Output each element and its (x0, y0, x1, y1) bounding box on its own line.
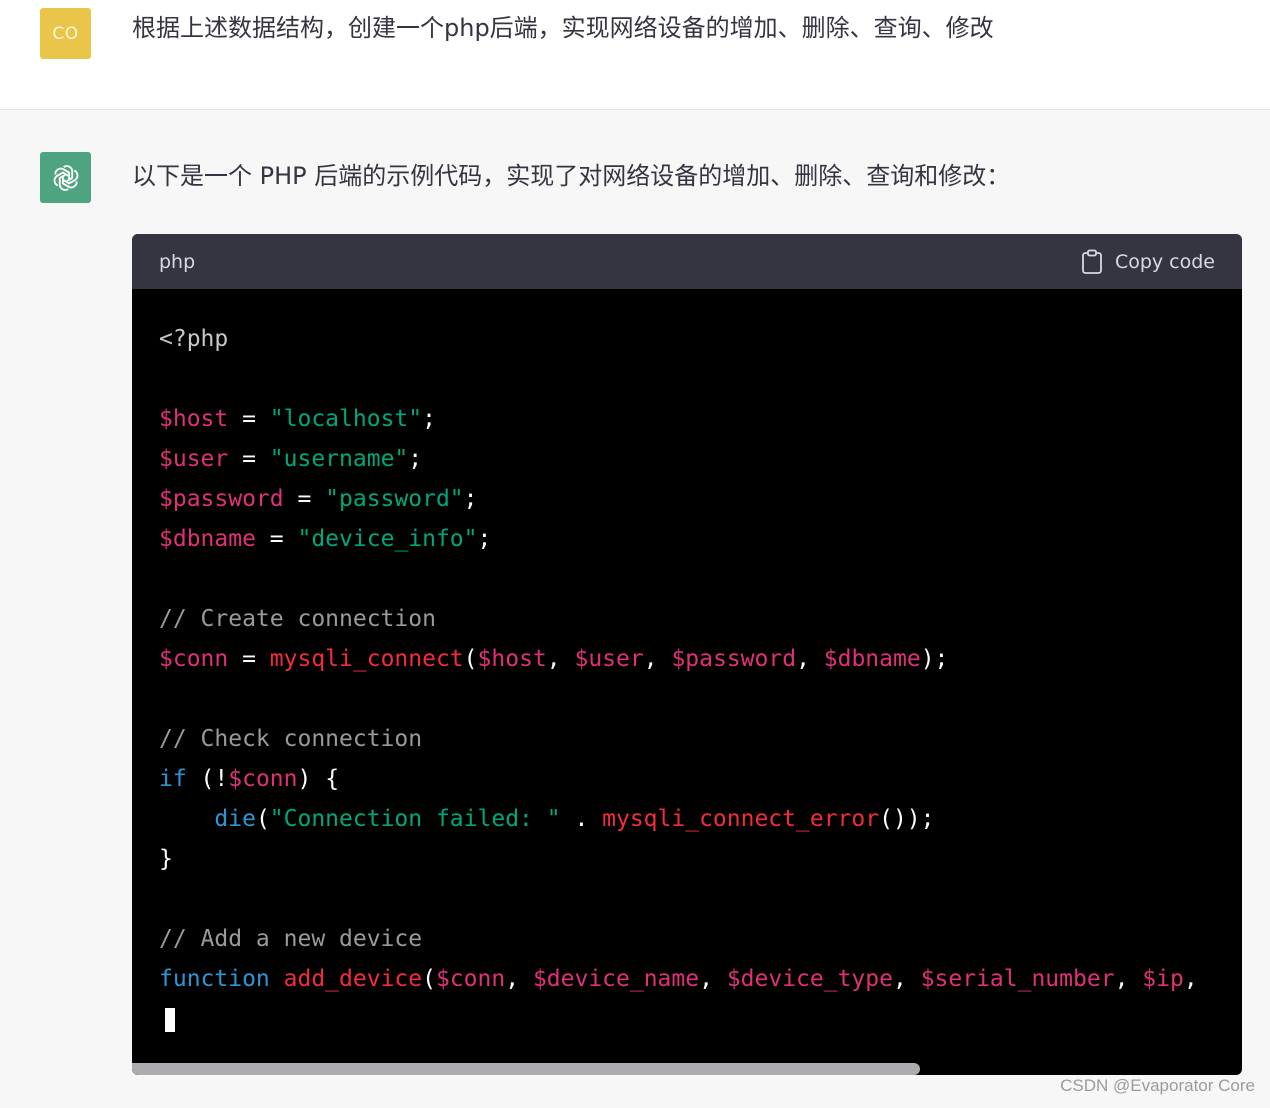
code-token-var: $conn (435, 966, 506, 992)
code-token-punc (159, 806, 214, 832)
code-token-var: $password (671, 646, 797, 672)
code-line: $conn = mysqli_connect($host, $user, $pa… (159, 639, 1242, 679)
code-token-fn: add_device (283, 966, 423, 992)
code-token-punc: . (560, 806, 603, 832)
code-token-fn: mysqli_connect (269, 646, 464, 672)
code-token-var: $device_name (532, 966, 700, 992)
code-token-punc: ; (422, 406, 436, 432)
code-line: $password = "password"; (159, 479, 1242, 519)
code-token-kw: if (159, 766, 187, 792)
code-line: <?php (159, 319, 1242, 359)
code-content: <?php $host = "localhost"; $user = "userna… (132, 289, 1242, 1039)
code-line (159, 999, 1242, 1039)
code-block-header: php Copy code (132, 234, 1242, 289)
code-token-var: $user (574, 646, 644, 672)
clipboard-icon (1082, 249, 1102, 274)
code-line: if (!$conn) { (159, 759, 1242, 799)
code-line: $host = "localhost"; (159, 399, 1242, 439)
code-token-var: $user (159, 446, 229, 472)
code-token-punc (270, 966, 284, 992)
streaming-cursor (165, 1007, 175, 1032)
code-token-var: $conn (228, 766, 298, 792)
code-line: $dbname = "device_info"; (159, 519, 1242, 559)
user-message-text: 根据上述数据结构，创建一个php后端，实现网络设备的增加、删除、查询、修改 (132, 14, 994, 42)
copy-code-button[interactable]: Copy code (1081, 249, 1215, 275)
code-token-punc: ( (422, 966, 436, 992)
code-token-punc: ); (920, 646, 949, 672)
code-token-punc: ()); (879, 806, 935, 832)
code-token-str: "device_info" (297, 526, 478, 552)
code-token-punc: , (505, 966, 533, 992)
code-line: $user = "username"; (159, 439, 1242, 479)
code-token-punc: } (159, 846, 173, 872)
code-token-var: $host (477, 646, 547, 672)
code-token-punc: = (228, 406, 270, 432)
watermark: CSDN @Evaporator Core (1060, 1076, 1255, 1095)
code-token-punc: (! (186, 766, 229, 792)
copy-code-label: Copy code (1114, 250, 1215, 273)
code-token-meta: <?php (159, 326, 229, 352)
code-token-punc: , (796, 646, 824, 672)
code-token-punc: ) { (297, 766, 340, 792)
scrollbar-thumb[interactable] (132, 1063, 921, 1075)
code-token-punc: , (1183, 966, 1198, 992)
code-token-punc: ; (477, 526, 492, 552)
code-token-punc: = (228, 646, 270, 672)
code-token-var: $ip (1142, 966, 1184, 992)
user-avatar: CO (40, 8, 91, 59)
code-token-punc: = (255, 526, 298, 552)
code-line: // Check connection (159, 719, 1242, 759)
horizontal-scrollbar[interactable] (132, 1063, 1242, 1075)
code-token-var: $dbname (823, 646, 921, 672)
code-token-punc: ; (408, 446, 423, 472)
code-token-kw: function (159, 966, 270, 992)
code-language-label: php (159, 250, 196, 273)
code-token-punc: , (892, 966, 921, 992)
code-token-var: $conn (159, 646, 229, 672)
code-token-punc: , (643, 646, 672, 672)
code-line: } (159, 839, 1242, 879)
code-token-var: $dbname (159, 526, 256, 552)
code-token-var: $device_type (726, 966, 893, 992)
code-token-str: "localhost" (269, 406, 423, 432)
assistant-intro-text: 以下是一个 PHP 后端的示例代码，实现了对网络设备的增加、删除、查询和修改： (132, 162, 1011, 190)
code-token-punc: , (699, 966, 727, 992)
code-token-var: $serial_number (920, 966, 1115, 992)
code-block: php Copy code <?php $host = "localhost"; $… (132, 234, 1242, 1075)
user-avatar-initials: CO (52, 23, 79, 44)
code-line: // Add a new device (159, 919, 1242, 959)
code-token-kw: die (214, 806, 256, 832)
user-message-row: CO 根据上述数据结构，创建一个php后端，实现网络设备的增加、删除、查询、修改 (0, 0, 1270, 110)
code-token-punc: = (283, 486, 326, 512)
code-token-fn: mysqli_connect_error (602, 806, 880, 832)
code-token-str: "password" (325, 486, 464, 512)
code-token-var: $host (159, 406, 229, 432)
code-token-punc: ( (463, 646, 478, 672)
code-token-punc: ; (463, 486, 478, 512)
openai-logo-icon (53, 164, 78, 191)
code-token-var: $password (159, 486, 284, 512)
code-token-str: "Connection failed: " (269, 806, 561, 832)
code-line: // Create connection (159, 599, 1242, 639)
code-token-comment: // Create connection (159, 606, 436, 632)
code-line: die("Connection failed: " . mysqli_conne… (159, 799, 1242, 839)
code-token-punc: = (228, 446, 270, 472)
code-token-str: "username" (269, 446, 409, 472)
code-token-punc: ( (255, 806, 270, 832)
code-token-comment: // Add a new device (159, 926, 423, 952)
code-token-comment: // Check connection (159, 726, 423, 752)
code-token-punc: , (546, 646, 575, 672)
code-token-punc: , (1114, 966, 1143, 992)
assistant-avatar (40, 152, 91, 203)
code-line: function add_device($conn, $device_name,… (159, 959, 1242, 999)
